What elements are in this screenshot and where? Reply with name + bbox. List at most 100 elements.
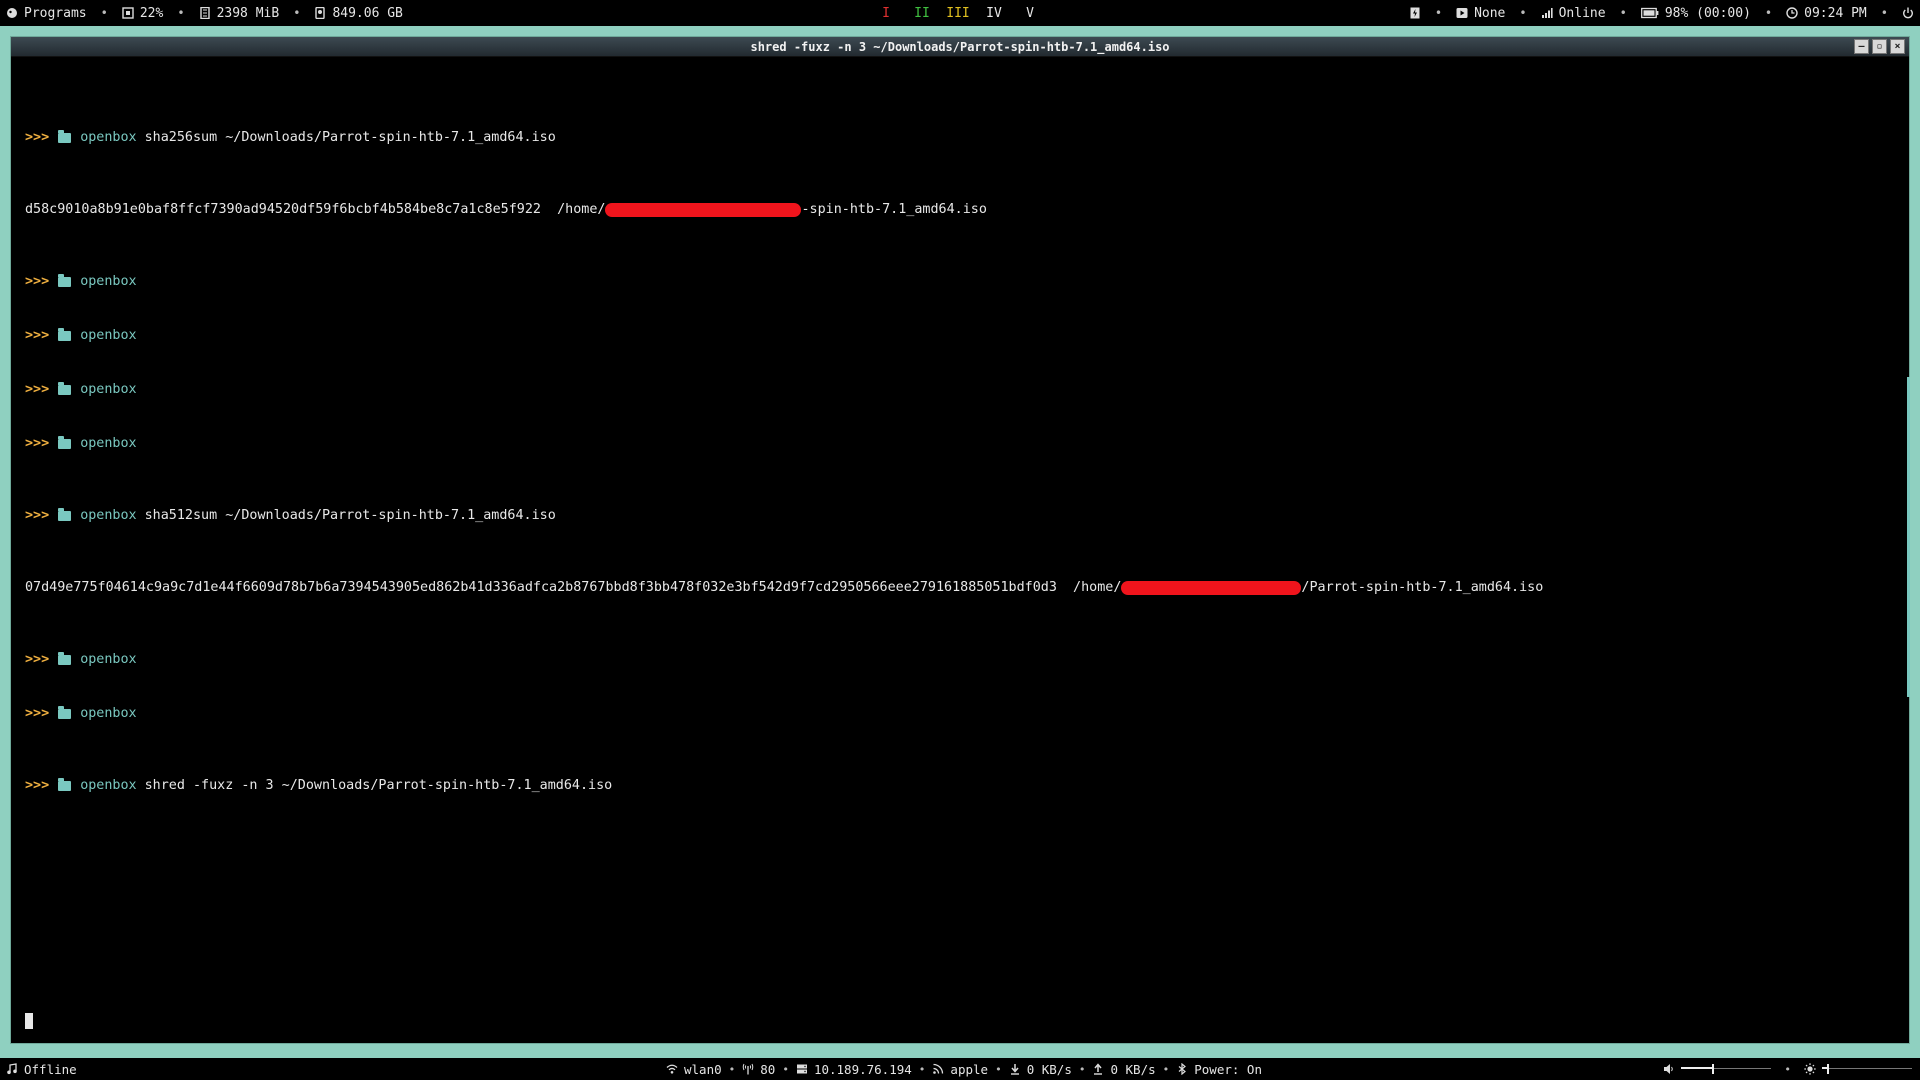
- minimize-button[interactable]: –: [1854, 39, 1869, 54]
- terminal-window[interactable]: shred -fuxz -n 3 ~/Downloads/Parrot-spin…: [10, 36, 1910, 1044]
- media-status: None: [1474, 5, 1506, 21]
- path-prefix: /home/: [557, 202, 606, 217]
- prompt-symbol: >>>: [25, 130, 50, 145]
- folder-icon: [58, 130, 72, 143]
- brightness-slider[interactable]: [1822, 1064, 1912, 1074]
- cpu-usage: 22%: [139, 5, 164, 21]
- programs-label: Programs: [24, 5, 87, 21]
- command-text: sha256sum ~/Downloads/Parrot-spin-htb-7.…: [144, 130, 556, 145]
- terminal-line: >>> openbox: [25, 705, 1909, 723]
- folder-icon: [58, 652, 72, 665]
- prompt-symbol: >>>: [25, 382, 50, 397]
- terminal-line: >>> openbox shred -fuxz -n 3 ~/Downloads…: [25, 777, 1909, 795]
- signal-bars-icon: [1541, 8, 1553, 18]
- battery-icon: [1640, 7, 1659, 19]
- music-widget[interactable]: Offline: [6, 1062, 77, 1077]
- prompt-directory: openbox: [80, 508, 137, 523]
- command-text: sha512sum ~/Downloads/Parrot-spin-htb-7.…: [144, 508, 556, 523]
- upload-widget[interactable]: 0 KB/s: [1092, 1061, 1156, 1077]
- media-widget[interactable]: None: [1456, 6, 1505, 21]
- folder-icon: [58, 706, 72, 719]
- disk-free: 849.06 GB: [332, 5, 403, 21]
- workspace-5[interactable]: V: [1012, 6, 1048, 21]
- prompt-directory: openbox: [80, 778, 137, 793]
- programs-menu[interactable]: Programs: [6, 6, 87, 21]
- prompt-directory: openbox: [80, 382, 137, 397]
- maximize-button[interactable]: ▫: [1872, 39, 1887, 54]
- workspace-switcher: I II III IV V: [868, 0, 1048, 26]
- ssid-name: apple: [950, 1061, 989, 1077]
- terminal-output[interactable]: >>> openbox sha256sum ~/Downloads/Parrot…: [11, 57, 1909, 831]
- volume-slider[interactable]: [1681, 1064, 1772, 1074]
- memory-icon: [199, 7, 210, 19]
- close-button[interactable]: ×: [1890, 39, 1905, 54]
- upload-icon: [1094, 1063, 1103, 1075]
- download-widget[interactable]: 0 KB/s: [1009, 1062, 1072, 1077]
- wifi-icon: [666, 1064, 678, 1074]
- ip-widget[interactable]: 10.189.76.194: [796, 1062, 912, 1077]
- path-prefix: /home/: [1073, 580, 1122, 595]
- clock-icon: [1786, 7, 1798, 19]
- prompt-symbol: >>>: [25, 652, 50, 667]
- network-status: Online: [1558, 5, 1606, 21]
- rss-icon: [933, 1063, 944, 1074]
- terminal-line: >>> openbox sha256sum ~/Downloads/Parrot…: [25, 129, 1909, 147]
- terminal-line: >>> openbox: [25, 651, 1909, 669]
- bluetooth-widget[interactable]: Power: On: [1176, 1062, 1262, 1077]
- disk-widget[interactable]: 849.06 GB: [314, 5, 403, 21]
- folder-icon: [58, 508, 72, 521]
- download-icon: [1010, 1064, 1019, 1075]
- antenna-icon: [743, 1063, 754, 1075]
- top-panel: Programs • 22% • 2398 MiB • 849.06 GB I …: [0, 0, 1920, 26]
- terminal-line: d58c9010a8b91e0baf8ffcf7390ad94520df59f6…: [25, 201, 1909, 219]
- command-text: shred -fuxz -n 3 ~/Downloads/Parrot-spin…: [144, 778, 613, 793]
- prompt-symbol: >>>: [25, 436, 50, 451]
- folder-icon: [58, 436, 72, 449]
- battery-charging-icon[interactable]: [1409, 7, 1421, 19]
- hash-output: 07d49e775f04614c9a9c7d1e44f6609d78b7b6a7…: [25, 580, 1057, 595]
- terminal-line: 07d49e775f04614c9a9c7d1e44f6609d78b7b6a7…: [25, 579, 1909, 597]
- bluetooth-status: Power: On: [1194, 1061, 1262, 1077]
- workspace-1[interactable]: I: [868, 6, 904, 21]
- battery-widget[interactable]: 98% (00:00): [1640, 5, 1751, 21]
- window-titlebar[interactable]: shred -fuxz -n 3 ~/Downloads/Parrot-spin…: [11, 37, 1909, 57]
- signal-widget[interactable]: 80: [742, 1062, 775, 1077]
- workspace-2[interactable]: II: [904, 6, 940, 21]
- clock-widget[interactable]: 09:24 PM: [1786, 6, 1867, 21]
- terminal-line: >>> openbox: [25, 273, 1909, 291]
- cpu-widget[interactable]: 22%: [122, 6, 163, 21]
- path-suffix: -spin-htb-7.1_amd64.iso: [801, 202, 987, 217]
- bluetooth-icon: [1178, 1063, 1187, 1075]
- redaction-mark: [605, 203, 802, 217]
- ssid-widget[interactable]: apple: [932, 1062, 988, 1077]
- terminal-line: >>> openbox: [25, 327, 1909, 345]
- workspace-4[interactable]: IV: [976, 6, 1012, 21]
- media-player-icon: [1456, 8, 1468, 18]
- ip-address: 10.189.76.194: [813, 1061, 912, 1077]
- prompt-symbol: >>>: [25, 508, 50, 523]
- terminal-line: >>> openbox: [25, 435, 1909, 453]
- upload-speed: 0 KB/s: [1110, 1061, 1156, 1077]
- scrollbar[interactable]: [1907, 377, 1910, 697]
- hash-output: d58c9010a8b91e0baf8ffcf7390ad94520df59f6…: [25, 202, 541, 217]
- folder-icon: [58, 382, 72, 395]
- volume-icon[interactable]: [1663, 1063, 1675, 1075]
- memory-widget[interactable]: 2398 MiB: [199, 5, 280, 21]
- terminal-line: >>> openbox sha512sum ~/Downloads/Parrot…: [25, 507, 1909, 525]
- network-status-widget[interactable]: Online: [1541, 6, 1606, 21]
- power-icon[interactable]: [1902, 7, 1914, 19]
- prompt-symbol: >>>: [25, 778, 50, 793]
- battery-status: 98% (00:00): [1664, 5, 1751, 21]
- window-title: shred -fuxz -n 3 ~/Downloads/Parrot-spin…: [750, 39, 1170, 54]
- wifi-widget[interactable]: wlan0: [666, 1062, 722, 1077]
- prompt-directory: openbox: [80, 652, 137, 667]
- clock-time: 09:24 PM: [1804, 5, 1867, 21]
- memory-usage: 2398 MiB: [216, 5, 280, 21]
- folder-icon: [58, 274, 72, 287]
- cpu-icon: [122, 7, 134, 19]
- bottom-panel: Offline wlan0 • 80 • 10.189.76.194 • app…: [0, 1058, 1920, 1080]
- music-status: Offline: [24, 1061, 77, 1077]
- workspace-3[interactable]: III: [940, 6, 976, 21]
- brightness-icon[interactable]: [1804, 1063, 1816, 1075]
- prompt-directory: openbox: [80, 706, 137, 721]
